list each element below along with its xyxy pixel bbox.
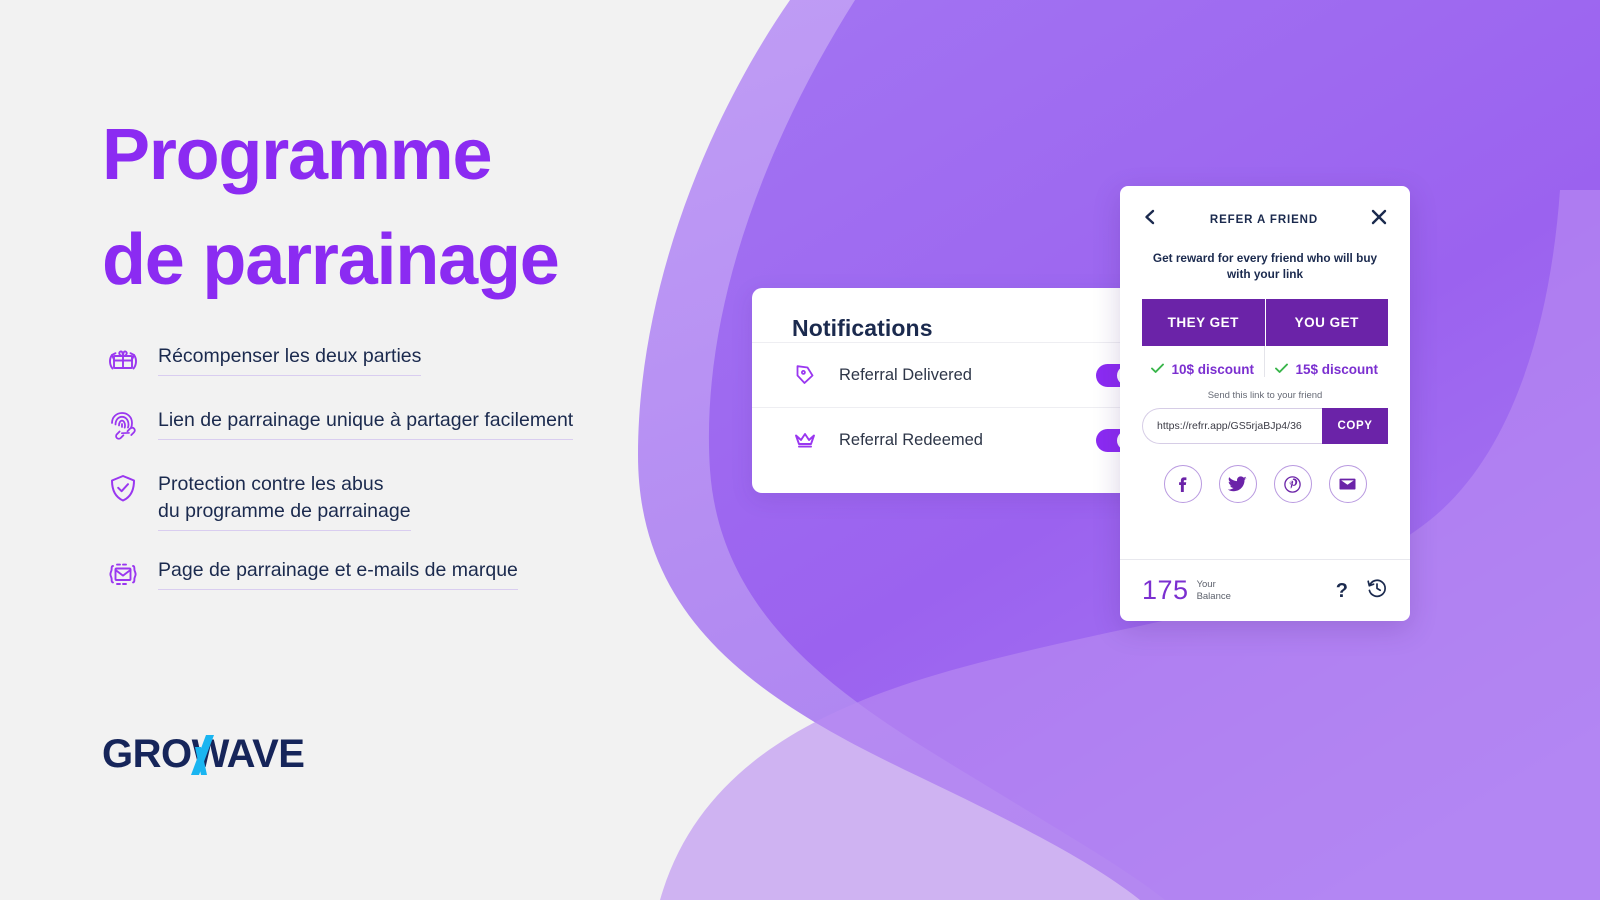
feature-item-abuse-protection: Protection contre les abus du programme … bbox=[104, 468, 704, 531]
refer-a-friend-widget: REFER A FRIEND Get reward for every frie… bbox=[1120, 186, 1410, 621]
feature-text-wrap: Récompenser les deux parties bbox=[158, 340, 422, 376]
social-share-row bbox=[1120, 465, 1410, 503]
email-icon[interactable] bbox=[1328, 465, 1367, 503]
widget-title: REFER A FRIEND bbox=[1209, 213, 1319, 226]
pinterest-icon[interactable] bbox=[1273, 465, 1312, 503]
history-icon[interactable] bbox=[1366, 577, 1388, 604]
feature-item-unique-link: Lien de parrainage unique à partager fac… bbox=[104, 404, 704, 443]
check-icon bbox=[1151, 362, 1165, 377]
help-icon[interactable]: ? bbox=[1336, 581, 1348, 601]
send-link-hint: Send this link to your friend bbox=[1207, 390, 1323, 401]
notifications-card: Notifications Referral Delivered Referra… bbox=[752, 288, 1172, 493]
reward-value: 15$ discount bbox=[1295, 362, 1379, 377]
check-icon bbox=[1275, 362, 1289, 377]
feature-text-wrap: Page de parrainage et e-mails de marque bbox=[158, 554, 518, 590]
chevron-left-icon[interactable] bbox=[1142, 208, 1158, 231]
feature-label: Page de parrainage et e-mails de marque bbox=[158, 557, 518, 590]
feature-text-wrap: Protection contre les abus du programme … bbox=[158, 468, 411, 531]
growave-logo: GROWAVE bbox=[102, 731, 332, 779]
reward-value-row: 10$ discount bbox=[1142, 346, 1265, 377]
hero-left-column: Programme de parrainage Récompenser les … bbox=[102, 0, 722, 900]
notification-label: Referral Redeemed bbox=[839, 430, 983, 449]
branded-email-icon bbox=[104, 555, 142, 593]
feature-item-branded-page: Page de parrainage et e-mails de marque bbox=[104, 554, 704, 593]
notification-row-referral-delivered[interactable]: Referral Delivered bbox=[752, 342, 1172, 407]
reward-column-you-get: YOU GET 15$ discount bbox=[1265, 299, 1389, 377]
reward-table: THEY GET 10$ discount YOU GET 15$ discou… bbox=[1142, 299, 1388, 377]
balance-label: Your Balance bbox=[1196, 578, 1231, 602]
shield-check-icon bbox=[104, 469, 142, 507]
fingerprint-link-icon bbox=[104, 405, 142, 443]
notification-row-referral-redeemed[interactable]: Referral Redeemed bbox=[752, 407, 1172, 472]
tag-icon bbox=[792, 362, 818, 388]
feature-list: Récompenser les deux parties Lien de par… bbox=[104, 340, 704, 618]
reward-heading: THEY GET bbox=[1142, 299, 1265, 346]
feature-label: Récompenser les deux parties bbox=[158, 343, 422, 376]
notifications-title: Notifications bbox=[792, 315, 933, 341]
widget-subtitle: Get reward for every friend who will buy… bbox=[1152, 251, 1378, 281]
feature-label: Protection contre les abus du programme … bbox=[158, 471, 411, 531]
reward-heading: YOU GET bbox=[1265, 299, 1388, 346]
referral-link-row: COPY bbox=[1142, 408, 1388, 444]
facebook-icon[interactable] bbox=[1163, 465, 1202, 503]
copy-button[interactable]: COPY bbox=[1322, 408, 1388, 444]
crown-icon bbox=[792, 427, 818, 453]
feature-item-reward-both: Récompenser les deux parties bbox=[104, 340, 704, 379]
gift-reward-icon bbox=[104, 341, 142, 379]
close-icon[interactable] bbox=[1370, 208, 1388, 231]
twitter-icon[interactable] bbox=[1218, 465, 1257, 503]
reward-value: 10$ discount bbox=[1171, 362, 1255, 377]
notification-label: Referral Delivered bbox=[839, 365, 972, 384]
reward-column-they-get: THEY GET 10$ discount bbox=[1142, 299, 1266, 377]
balance-value: 175 bbox=[1142, 575, 1189, 605]
referral-link-input[interactable] bbox=[1142, 408, 1322, 444]
widget-header: REFER A FRIEND bbox=[1120, 186, 1410, 234]
reward-value-row: 15$ discount bbox=[1266, 346, 1389, 377]
widget-footer: 175 Your Balance ? bbox=[1120, 559, 1410, 621]
feature-text-wrap: Lien de parrainage unique à partager fac… bbox=[158, 404, 574, 440]
page-title: Programme de parrainage bbox=[102, 115, 560, 301]
feature-label: Lien de parrainage unique à partager fac… bbox=[158, 407, 574, 440]
